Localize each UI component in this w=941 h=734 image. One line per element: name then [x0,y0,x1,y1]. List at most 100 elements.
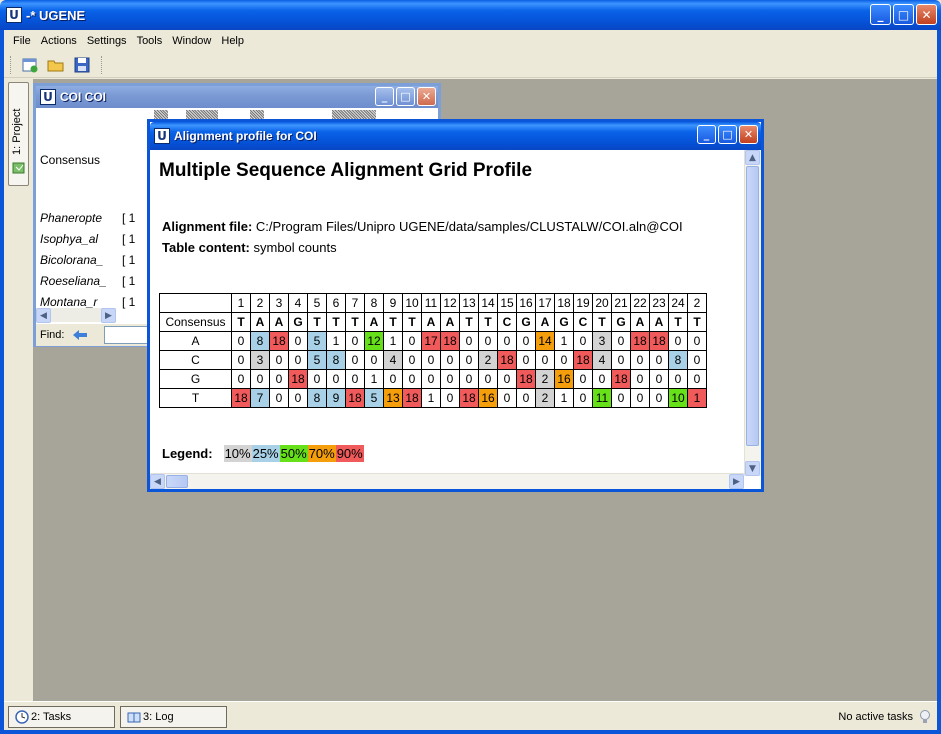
column-number: 24 [668,293,688,313]
profile-maximize-button[interactable]: □ [718,125,737,144]
consensus-cell: G [611,312,631,332]
count-cell: 0 [649,350,669,370]
coi-window-title-bar: U COI COI _ □ ✕ [36,86,438,108]
sequence-name[interactable]: Bicolorana_ [40,250,107,271]
consensus-label: Consensus [40,153,101,167]
menu-file[interactable]: File [10,33,38,49]
coi-close-button[interactable]: ✕ [417,87,436,106]
main-title-bar: U -* UGENE _ □ ✕ [0,0,941,30]
menu-tools[interactable]: Tools [134,33,170,49]
count-cell: 8 [250,331,270,351]
count-cell: 2 [535,388,555,408]
consensus-cell: G [554,312,574,332]
consensus-cell: A [364,312,384,332]
profile-horizontal-scrollbar[interactable]: ◀ ▶ [150,473,744,489]
consensus-cell: G [288,312,308,332]
maximize-button[interactable]: □ [893,4,914,25]
tasks-label: 2: Tasks [31,711,72,723]
scroll-up-arrow-icon[interactable]: ▲ [745,150,760,165]
column-number: 21 [611,293,631,313]
names-horizontal-scrollbar[interactable]: ◀ ▶ [36,308,116,323]
count-cell: 3 [592,331,612,351]
menu-actions[interactable]: Actions [38,33,84,49]
count-cell: 0 [231,369,251,389]
column-number: 2 [250,293,270,313]
menu-window[interactable]: Window [169,33,218,49]
project-tab[interactable]: 1: Project [8,82,29,186]
sequence-name[interactable]: Roeseliana_ [40,271,107,292]
consensus-cell: T [459,312,479,332]
sequence-range: [ 1 [122,253,136,267]
count-cell: 0 [345,331,365,351]
consensus-cell: T [478,312,498,332]
count-cell: 0 [630,369,650,389]
ugene-logo-icon: U [40,89,56,105]
menu-bar: File Actions Settings Tools Window Help [4,30,937,52]
count-cell: 2 [478,350,498,370]
menu-help[interactable]: Help [218,33,251,49]
column-number: 8 [364,293,384,313]
open-folder-icon[interactable] [45,54,67,76]
arrow-left-icon[interactable] [72,329,88,341]
count-cell: 0 [478,369,498,389]
scroll-down-arrow-icon[interactable]: ▼ [745,461,760,476]
coi-minimize-button[interactable]: _ [375,87,394,106]
toolbar-grip[interactable] [10,55,13,74]
count-cell: 0 [421,369,441,389]
profile-minimize-button[interactable]: _ [697,125,716,144]
log-label: 3: Log [143,711,174,723]
scroll-left-arrow-icon[interactable]: ◀ [150,474,165,489]
log-button[interactable]: 3: Log [120,706,227,728]
minimize-button[interactable]: _ [870,4,891,25]
tasks-button[interactable]: 2: Tasks [8,706,115,728]
count-cell: 0 [440,388,460,408]
save-icon[interactable] [71,54,93,76]
profile-vertical-scrollbar[interactable]: ▲ ▼ [744,150,761,476]
coi-window-title: COI COI [60,90,107,104]
count-cell: 0 [383,369,403,389]
close-button[interactable]: ✕ [916,4,937,25]
count-cell: 0 [573,369,593,389]
count-cell: 1 [364,369,384,389]
horizontal-scroll-thumb[interactable] [166,475,188,488]
ugene-logo-icon: U [6,7,22,23]
profile-content: Multiple Sequence Alignment Grid Profile… [150,150,746,476]
scroll-right-arrow-icon[interactable]: ▶ [729,474,744,489]
lightbulb-icon [920,710,930,723]
alignment-file-label: Alignment file: [162,219,253,234]
count-cell: 4 [383,350,403,370]
coi-maximize-button[interactable]: □ [396,87,415,106]
count-cell: 16 [478,388,498,408]
table-content-value: symbol counts [253,240,337,255]
consensus-cell: C [573,312,593,332]
scroll-left-arrow-icon[interactable]: ◀ [36,308,51,323]
count-cell: 0 [421,350,441,370]
legend-swatch: 90% [335,445,364,462]
consensus-cell: T [326,312,346,332]
consensus-cell: T [383,312,403,332]
ugene-logo-icon: U [154,128,170,144]
new-document-icon[interactable] [19,54,41,76]
count-cell: 0 [250,369,270,389]
count-cell: 0 [345,369,365,389]
toolbar-grip-2[interactable] [101,55,104,74]
count-cell: 8 [326,350,346,370]
sequence-name[interactable]: Isophya_al [40,229,107,250]
scroll-right-arrow-icon[interactable]: ▶ [101,308,116,323]
alignment-profile-window: U Alignment profile for COI _ □ ✕ Multip… [147,119,764,492]
profile-close-button[interactable]: ✕ [739,125,758,144]
vertical-scroll-thumb[interactable] [746,166,759,446]
count-cell: 0 [516,350,536,370]
count-cell: 1 [326,331,346,351]
sequence-name[interactable]: Phaneropte [40,208,107,229]
count-cell: 0 [269,369,289,389]
count-cell: 12 [364,331,384,351]
column-number: 22 [630,293,650,313]
column-number: 17 [535,293,555,313]
menu-settings[interactable]: Settings [84,33,134,49]
count-cell: 0 [554,350,574,370]
sequence-range: [ 1 [122,232,136,246]
count-cell: 0 [345,350,365,370]
consensus-cell: A [421,312,441,332]
count-cell: 17 [421,331,441,351]
